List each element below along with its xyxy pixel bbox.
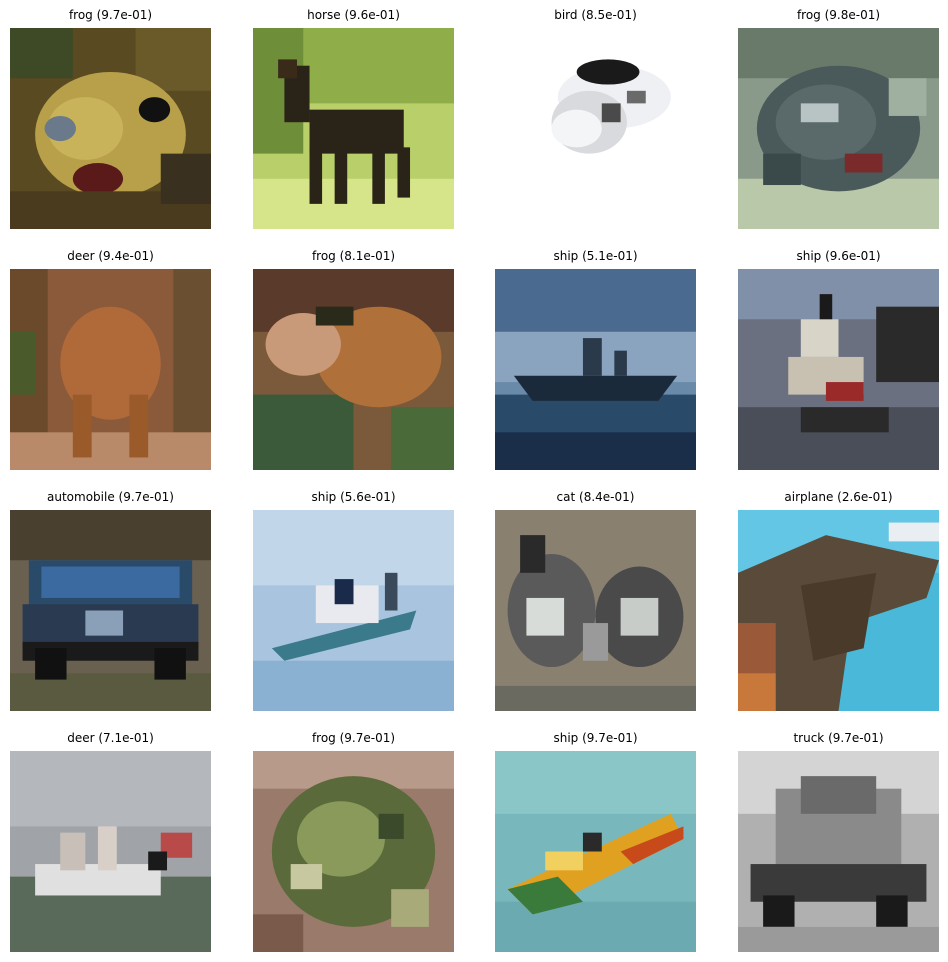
- automobile-image: [10, 510, 211, 711]
- panel-label: ship (9.6e-01): [796, 249, 881, 263]
- truck-image: [738, 751, 939, 952]
- cat-image: [495, 510, 696, 711]
- panel-label: deer (7.1e-01): [67, 731, 154, 745]
- panel-label: truck (9.7e-01): [793, 731, 884, 745]
- frog-image: [253, 751, 454, 952]
- frog-image: [10, 28, 211, 229]
- bird-image: [495, 28, 696, 229]
- panel-label: cat (8.4e-01): [556, 490, 635, 504]
- deer-image: [10, 269, 211, 470]
- horse-image: [253, 28, 454, 229]
- panel-label: frog (9.7e-01): [68, 8, 153, 22]
- panel-label: frog (8.1e-01): [311, 249, 396, 263]
- panel-label: ship (9.7e-01): [553, 731, 638, 745]
- panel-label: deer (9.4e-01): [67, 249, 154, 263]
- panel-label: bird (8.5e-01): [554, 8, 637, 22]
- frog-image: [738, 28, 939, 229]
- image-grid: frog (9.7e-01) horse (9.6e-01) bird (8.5…: [0, 0, 948, 962]
- ship-image: [495, 751, 696, 952]
- panel-label: frog (9.8e-01): [796, 8, 881, 22]
- ship-image: [495, 269, 696, 470]
- panel-label: ship (5.6e-01): [311, 490, 396, 504]
- ship-image: [738, 269, 939, 470]
- panel-label: airplane (2.6e-01): [784, 490, 893, 504]
- deer-image: [10, 751, 211, 952]
- ship-image: [253, 510, 454, 711]
- airplane-image: [738, 510, 939, 711]
- panel-label: automobile (9.7e-01): [47, 490, 174, 504]
- panel-label: horse (9.6e-01): [307, 8, 400, 22]
- panel-label: frog (9.7e-01): [311, 731, 396, 745]
- panel-label: ship (5.1e-01): [553, 249, 638, 263]
- frog-image: [253, 269, 454, 470]
